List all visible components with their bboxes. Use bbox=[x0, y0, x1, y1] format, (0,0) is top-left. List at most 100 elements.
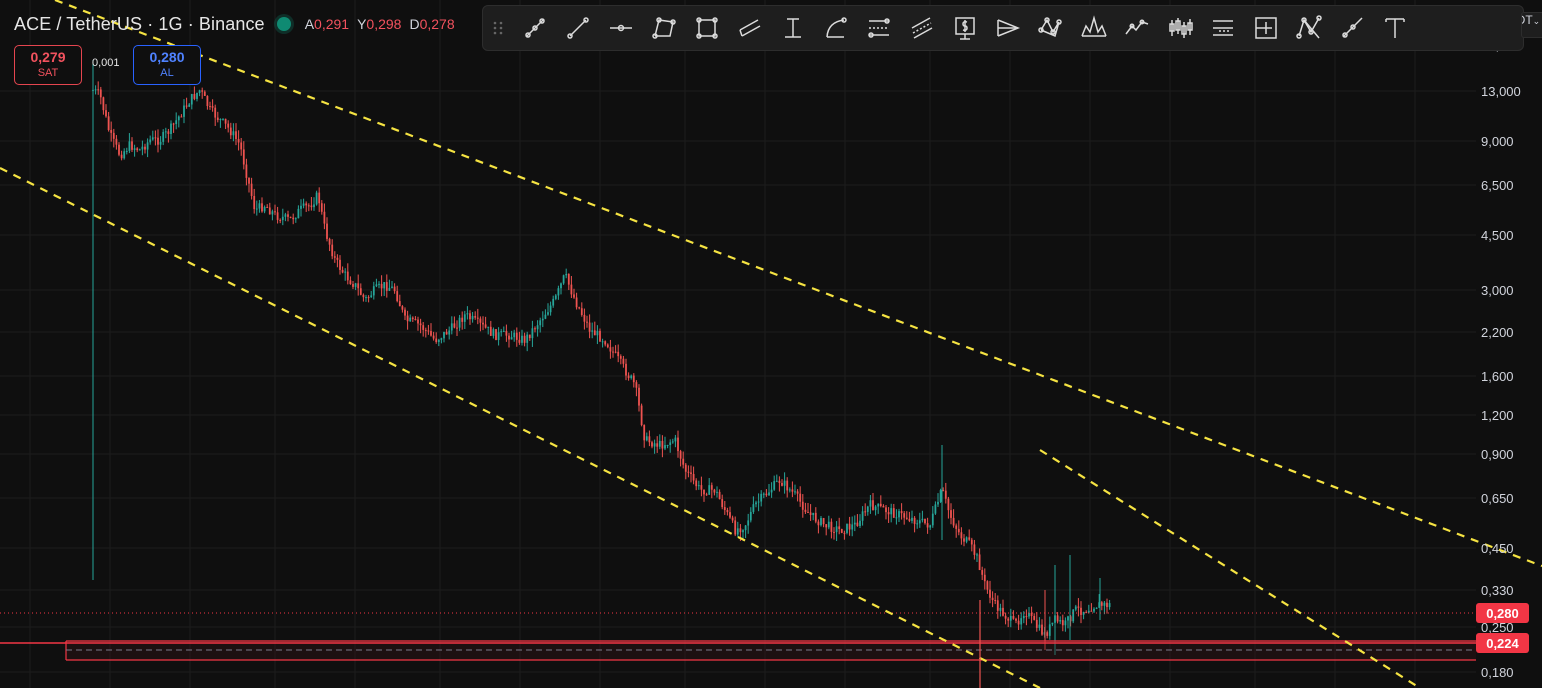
candle-body bbox=[157, 137, 159, 145]
drawings-layer bbox=[0, 0, 1542, 688]
candle-body bbox=[911, 517, 913, 521]
currency-select[interactable]: USDT⌄ bbox=[1521, 12, 1542, 38]
candle-body bbox=[479, 318, 482, 323]
candle-body bbox=[937, 501, 939, 505]
candle-body bbox=[622, 358, 625, 364]
candle-body bbox=[614, 351, 617, 353]
rectangle-icon[interactable] bbox=[685, 10, 728, 46]
candle-body bbox=[716, 491, 718, 493]
buy-button[interactable]: 0,280 AL bbox=[133, 45, 201, 85]
candle-body bbox=[801, 501, 804, 510]
candle-body bbox=[466, 313, 469, 315]
candle-body bbox=[882, 506, 885, 508]
candle-body bbox=[500, 331, 503, 333]
candle-body bbox=[357, 283, 360, 289]
candle-body bbox=[840, 529, 843, 533]
candle-body bbox=[1025, 616, 1028, 618]
candle-body bbox=[879, 503, 882, 507]
candle-body bbox=[128, 141, 131, 151]
candle-body bbox=[297, 208, 300, 219]
candle-body bbox=[170, 123, 172, 134]
price-tick-label: 6,500 bbox=[1481, 178, 1514, 193]
abcd-pattern-icon[interactable] bbox=[1287, 10, 1330, 46]
candle-body bbox=[474, 315, 477, 318]
candle-body bbox=[916, 523, 919, 525]
measure-icon[interactable] bbox=[771, 10, 814, 46]
candle-body bbox=[684, 464, 687, 472]
price-chart[interactable]: 13,000 9,000 6,500 4,500 3,000 2,200 1,600 1,20… bbox=[0, 0, 1542, 688]
arc-icon[interactable] bbox=[814, 10, 857, 46]
candle-body bbox=[742, 530, 744, 533]
candle-body bbox=[463, 314, 466, 322]
candle-body bbox=[580, 308, 583, 315]
candle-body bbox=[482, 322, 484, 325]
trend-line-icon[interactable] bbox=[556, 10, 599, 46]
elliott-wave-icon[interactable] bbox=[1115, 10, 1158, 46]
candle-body bbox=[573, 294, 575, 298]
candle-body bbox=[786, 480, 789, 491]
level-price-label: 0,224 bbox=[1476, 633, 1529, 653]
candle-body bbox=[398, 301, 401, 307]
candle-body bbox=[913, 517, 916, 524]
candle-body bbox=[814, 512, 817, 522]
trend-angle-icon[interactable] bbox=[513, 10, 556, 46]
candle-body bbox=[890, 508, 893, 515]
pitchfork-icon[interactable] bbox=[986, 10, 1029, 46]
horizontal-ray-icon[interactable] bbox=[599, 10, 642, 46]
candle-body bbox=[604, 341, 607, 345]
candle-body bbox=[1022, 616, 1025, 619]
candle-body bbox=[999, 607, 1002, 611]
candle-body bbox=[596, 330, 599, 336]
candle-body bbox=[131, 141, 133, 150]
polyline-icon[interactable] bbox=[642, 10, 685, 46]
parallel-lines-icon[interactable] bbox=[900, 10, 943, 46]
candle-body bbox=[755, 502, 757, 505]
candle-body bbox=[209, 106, 211, 108]
head-shoulders-icon[interactable] bbox=[1072, 10, 1115, 46]
candle-body bbox=[352, 284, 354, 287]
candle-body bbox=[362, 294, 365, 298]
candle-body bbox=[505, 330, 508, 336]
xabcd-pattern-icon[interactable] bbox=[1029, 10, 1072, 46]
price-tick-label: 9,000 bbox=[1481, 134, 1514, 149]
fib-channel-icon[interactable] bbox=[1201, 10, 1244, 46]
candle-body bbox=[437, 339, 440, 343]
candle-body bbox=[492, 329, 495, 336]
candle-body bbox=[887, 512, 890, 515]
candle-body bbox=[1033, 615, 1036, 620]
price-note-icon[interactable] bbox=[943, 10, 986, 46]
candle-body bbox=[918, 520, 921, 524]
price-tick-label: 1,600 bbox=[1481, 369, 1514, 384]
sell-button[interactable]: 0,279 SAT bbox=[14, 45, 82, 85]
candle-body bbox=[242, 149, 245, 165]
candle-body bbox=[903, 513, 906, 518]
candle-body bbox=[276, 212, 279, 220]
candle-body bbox=[1046, 632, 1049, 636]
candle-body bbox=[508, 335, 510, 340]
candle-body bbox=[1080, 607, 1082, 615]
candle-body bbox=[562, 275, 565, 284]
open-value: 0,291 bbox=[314, 16, 350, 32]
text-icon[interactable] bbox=[1373, 10, 1416, 46]
bars-pattern-icon[interactable] bbox=[1158, 10, 1201, 46]
candle-body bbox=[544, 314, 547, 319]
candle-body bbox=[791, 489, 794, 492]
candle-body bbox=[898, 511, 900, 518]
candle-body bbox=[162, 132, 165, 142]
ray-icon[interactable] bbox=[1330, 10, 1373, 46]
candle-body bbox=[866, 506, 869, 512]
candle-body bbox=[224, 118, 227, 124]
candle-body bbox=[970, 539, 973, 545]
channel-upper-line[interactable] bbox=[54, 0, 1542, 568]
fixed-range-icon[interactable] bbox=[1244, 10, 1287, 46]
fib-retracement-icon[interactable] bbox=[857, 10, 900, 46]
candle-body bbox=[172, 123, 175, 125]
symbol-title[interactable]: ACE / TetherUS · 1G · Binance bbox=[14, 14, 265, 35]
candle-body bbox=[674, 437, 677, 442]
candle-body bbox=[331, 244, 334, 257]
candle-body bbox=[245, 164, 248, 178]
candle-body bbox=[443, 331, 445, 339]
candle-body bbox=[851, 524, 854, 530]
parallel-channel-icon[interactable] bbox=[728, 10, 771, 46]
drag-handle-icon[interactable] bbox=[483, 6, 513, 50]
